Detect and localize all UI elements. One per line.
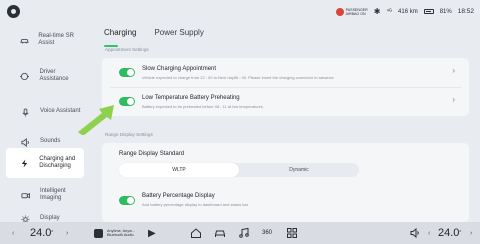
temp-increase-left-icon[interactable]: › bbox=[66, 222, 68, 244]
slow-charging-toggle[interactable] bbox=[119, 68, 135, 77]
temp-decrease-right-icon[interactable]: ‹ bbox=[428, 222, 430, 244]
battery-percentage-toggle[interactable] bbox=[119, 196, 135, 205]
steering-assist-icon bbox=[19, 70, 31, 82]
status-indicators: PASSENGER AIRBAG ON ✱ ⁴ᴳ 416 km 81% 18:5… bbox=[335, 5, 474, 18]
sidebar-item-charging-discharging[interactable]: Charging and Discharging bbox=[6, 148, 84, 178]
low-temp-preheat-desc: Battery expected to be preheated before … bbox=[142, 104, 263, 109]
battery-percent: 81% bbox=[439, 8, 452, 15]
slow-charging-desc: Vehicle expected to charge from 22 : 00 … bbox=[142, 75, 334, 80]
sidebar-item-label: Driver Assistance bbox=[39, 68, 69, 83]
clock: 18:52 bbox=[457, 8, 474, 15]
range-option-wltp[interactable]: WLTP bbox=[119, 163, 239, 177]
right-temp-value: 24.0 bbox=[438, 227, 460, 239]
bottom-dock: ‹ 24.0 ° › Anytime, Anyw... Bluetooth Aud… bbox=[0, 222, 480, 244]
temp-decrease-left-icon[interactable]: ‹ bbox=[12, 222, 14, 244]
voice-icon bbox=[19, 106, 31, 118]
slow-charging-title: Slow Charging Appointment bbox=[142, 66, 217, 72]
settings-screen: PASSENGER AIRBAG ON ✱ ⁴ᴳ 416 km 81% 18:5… bbox=[0, 0, 480, 244]
passenger-airbag-indicator: PASSENGER AIRBAG ON bbox=[335, 7, 368, 16]
vehicle-icon[interactable] bbox=[214, 222, 226, 244]
music-icon[interactable] bbox=[238, 222, 250, 244]
play-icon[interactable]: ▶ bbox=[148, 222, 156, 244]
apps-grid-icon[interactable] bbox=[286, 222, 298, 244]
battery-percentage-row[interactable]: Battery Percentage Display Add battery p… bbox=[102, 186, 469, 215]
sidebar-item-driver-assistance[interactable]: Driver Assistance bbox=[6, 62, 84, 90]
right-temp-unit: ° bbox=[459, 230, 462, 236]
sidebar-item-label: Sounds bbox=[40, 138, 61, 145]
range-standard-title: Range Display Standard bbox=[119, 151, 185, 157]
sidebar-item-realtime-sr-assist[interactable]: Real-time SR Assist bbox=[6, 26, 84, 54]
camera-icon bbox=[19, 189, 31, 201]
vehicle-menu-icon[interactable] bbox=[7, 5, 20, 18]
low-temp-preheat-row[interactable]: Low Temperature Battery Preheating Batte… bbox=[102, 87, 469, 116]
pointer-arrow-icon bbox=[78, 105, 114, 135]
volume-icon[interactable] bbox=[410, 222, 420, 244]
chevron-right-icon[interactable]: › bbox=[452, 66, 455, 75]
tab-power-supply[interactable]: Power Supply bbox=[154, 28, 203, 43]
signal-icon: ⁴ᴳ bbox=[386, 8, 393, 15]
low-temp-preheat-title: Low Temperature Battery Preheating bbox=[142, 95, 240, 101]
airbag-text-line1: PASSENGER bbox=[345, 7, 368, 12]
temp-increase-right-icon[interactable]: › bbox=[470, 222, 472, 244]
media-source: Bluetooth Audio bbox=[107, 233, 134, 237]
chevron-right-icon[interactable]: › bbox=[452, 95, 455, 104]
sidebar-item-label: Real-time SR Assist bbox=[38, 32, 75, 47]
status-bar: PASSENGER AIRBAG ON ✱ ⁴ᴳ 416 km 81% 18:5… bbox=[0, 0, 480, 22]
sidebar-item-label: Charging and Discharging bbox=[39, 155, 76, 170]
sidebar-item-label: Intelligent Imaging bbox=[40, 187, 66, 202]
sidebar-item-intelligent-imaging[interactable]: Intelligent Imaging bbox=[6, 181, 84, 209]
speaker-icon bbox=[19, 136, 31, 148]
bluetooth-icon: ✱ bbox=[373, 7, 381, 16]
tab-bar: Charging Power Supply bbox=[104, 28, 204, 47]
battery-icon bbox=[423, 9, 434, 14]
appointment-card: Slow Charging Appointment Vehicle expect… bbox=[102, 58, 469, 116]
bluetooth-audio-icon bbox=[94, 228, 103, 238]
left-temp-unit: ° bbox=[51, 230, 54, 236]
car-sr-icon bbox=[19, 34, 29, 46]
home-icon[interactable] bbox=[190, 222, 202, 244]
slow-charging-row[interactable]: Slow Charging Appointment Vehicle expect… bbox=[102, 58, 469, 87]
range-option-dynamic[interactable]: Dynamic bbox=[239, 163, 359, 177]
range-display-card: Range Display Standard WLTP Dynamic Batt… bbox=[102, 143, 469, 222]
charging-settings-panel: Charging Power Supply Appointment Settin… bbox=[95, 22, 475, 222]
tab-charging[interactable]: Charging bbox=[104, 28, 136, 47]
right-temperature[interactable]: 24.0 ° bbox=[438, 222, 461, 244]
airbag-text-line2: AIRBAG ON bbox=[345, 11, 366, 16]
charging-icon bbox=[19, 157, 30, 169]
range-readout: 416 km bbox=[398, 8, 418, 15]
section-label-appointment: Appointment Settings bbox=[105, 47, 149, 52]
range-standard-selector: WLTP Dynamic bbox=[119, 163, 359, 177]
battery-percentage-title: Battery Percentage Display bbox=[142, 193, 215, 199]
camera-360-icon[interactable]: 360 bbox=[262, 222, 272, 244]
left-temp-value: 24.0 bbox=[30, 227, 52, 239]
battery-percentage-desc: Add battery percentage display to dashbo… bbox=[142, 202, 249, 207]
airbag-icon bbox=[335, 7, 344, 16]
low-temp-preheat-toggle[interactable] bbox=[119, 97, 135, 106]
left-temperature[interactable]: 24.0 ° bbox=[30, 222, 53, 244]
